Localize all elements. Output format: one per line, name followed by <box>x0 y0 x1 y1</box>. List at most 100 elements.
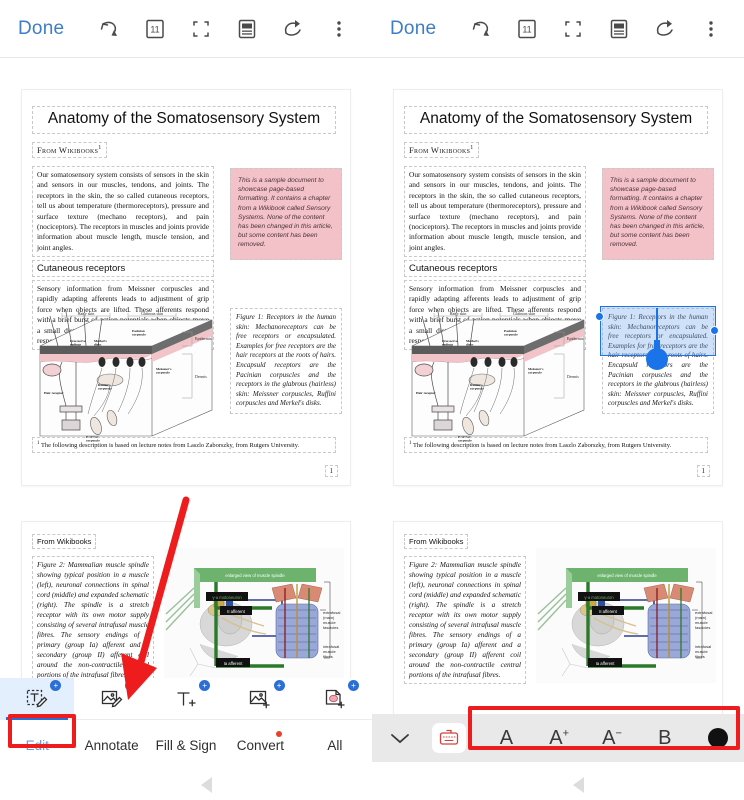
document-source-superscript: 1 <box>470 145 474 152</box>
svg-text:11: 11 <box>150 24 159 34</box>
keyboard-icon[interactable] <box>432 723 466 753</box>
caret-drag-handle[interactable] <box>646 340 668 370</box>
document-source-label: From Wikibooks <box>37 145 99 155</box>
footnote[interactable]: 1 The following description is based on … <box>404 436 708 453</box>
svg-text:disks: disks <box>94 343 102 347</box>
document-page-2[interactable]: From Wikibooks Figure 2: Mammalian muscl… <box>394 522 722 722</box>
crop-icon[interactable] <box>178 7 224 51</box>
svg-text:γ-a motoneuron: γ-a motoneuron <box>584 595 614 600</box>
svg-text:Epidermis: Epidermis <box>195 336 212 341</box>
premium-badge: + <box>124 679 136 691</box>
svg-text:corpuscle: corpuscle <box>528 371 542 375</box>
figure2-label-gamma: γ-a motoneuron <box>212 595 242 600</box>
reading-mode-icon[interactable] <box>224 7 270 51</box>
svg-text:11: 11 <box>522 24 531 34</box>
svg-text:Dermis: Dermis <box>195 374 207 379</box>
crop-icon[interactable] <box>550 7 596 51</box>
collapse-chevron-icon[interactable] <box>372 729 428 747</box>
svg-text:fibres: fibres <box>323 654 333 659</box>
tab-fill-sign-label: Fill & Sign <box>155 737 217 753</box>
share-icon[interactable] <box>270 7 316 51</box>
svg-text:disks: disks <box>466 343 474 347</box>
back-nav-icon[interactable] <box>200 777 212 793</box>
undo-icon[interactable] <box>458 7 504 51</box>
share-icon[interactable] <box>642 7 688 51</box>
svg-text:corpuscle: corpuscle <box>504 333 518 337</box>
undo-icon[interactable] <box>86 7 132 51</box>
tab-all[interactable]: All <box>298 738 372 753</box>
premium-badge: + <box>50 679 62 691</box>
document-source[interactable]: From Wikibooks1 <box>404 142 479 158</box>
svg-text:endings: endings <box>70 343 82 347</box>
page-count-icon[interactable]: 11 <box>504 7 550 51</box>
tab-annotate[interactable]: Annotate <box>74 738 148 753</box>
footnote-marker: 1 <box>37 440 40 446</box>
sample-document-note[interactable]: This is a sample document to showcase pa… <box>602 168 714 260</box>
done-button[interactable]: Done <box>390 18 436 40</box>
footnote-text: The following description is based on le… <box>412 442 672 449</box>
figure2-label-enlarged: enlarged view of muscle spindle <box>225 573 285 578</box>
toolbar-icon-group: 11 <box>458 7 744 51</box>
reading-mode-icon[interactable] <box>596 7 642 51</box>
selection-handle-end[interactable] <box>710 326 719 335</box>
document-source-label: From Wikibooks <box>409 145 471 155</box>
figure1-caption[interactable]: Figure 1: Receptors in the human skin: M… <box>230 308 342 414</box>
page2-source[interactable]: From Wikibooks <box>32 534 97 549</box>
svg-text:enlarged view of muscle spindl: enlarged view of muscle spindle <box>597 573 657 578</box>
svg-text:II afferent: II afferent <box>599 609 617 614</box>
document-page-1[interactable]: Anatomy of the Somatosensory System From… <box>394 90 722 485</box>
figure2-muscle-spindle-diagram[interactable]: enlarged view of muscle spindle γ-a moto… <box>536 548 716 683</box>
more-options-icon[interactable] <box>688 7 734 51</box>
svg-text:fascicles: fascicles <box>695 625 710 630</box>
page2-source[interactable]: From Wikibooks <box>404 534 469 549</box>
svg-text:corpuscle: corpuscle <box>98 387 112 391</box>
figure1-skin-diagram[interactable]: Hairy skin Glabrous skin Epidermis Dermi… <box>404 302 594 450</box>
figure2-label-ia: Ia afferent <box>224 661 244 666</box>
intro-paragraph[interactable]: Our somatosensory system consists of sen… <box>404 166 586 258</box>
edit-image-tool[interactable]: + <box>74 678 148 720</box>
premium-badge: + <box>273 679 285 691</box>
screenshot-right: Done 11 Anatomy of the Somatosensory Sys… <box>372 0 744 800</box>
svg-text:fascicles: fascicles <box>323 625 338 630</box>
add-image-tool[interactable]: + <box>223 678 297 720</box>
section-heading[interactable]: Cutaneous receptors <box>404 260 586 277</box>
section-heading[interactable]: Cutaneous receptors <box>32 260 214 277</box>
figure2-caption[interactable]: Figure 2: Mammalian muscle spindle showi… <box>32 556 154 684</box>
tutorial-screenshot-composite: Done 11 Anatomy of the Somatosensory Sys… <box>0 0 744 800</box>
tab-all-label: All <box>327 737 343 753</box>
svg-text:endings: endings <box>442 343 454 347</box>
document-source[interactable]: From Wikibooks1 <box>32 142 107 158</box>
figure2-muscle-spindle-diagram[interactable]: enlarged view of muscle spindle γ-a moto… <box>164 548 344 683</box>
document-page-1[interactable]: Anatomy of the Somatosensory System From… <box>22 90 350 485</box>
tab-fill-sign[interactable]: Fill & Sign <box>149 738 223 753</box>
back-nav-icon[interactable] <box>572 777 584 793</box>
svg-text:corpuscle: corpuscle <box>156 371 170 375</box>
sample-document-note[interactable]: This is a sample document to showcase pa… <box>230 168 342 260</box>
page-count-icon[interactable]: 11 <box>132 7 178 51</box>
footnote[interactable]: 1 The following description is based on … <box>32 436 336 453</box>
system-nav-bar-right <box>372 770 744 800</box>
top-toolbar-left: Done 11 <box>0 0 372 58</box>
intro-paragraph[interactable]: Our somatosensory system consists of sen… <box>32 166 214 258</box>
system-nav-bar-left <box>0 770 372 800</box>
selection-handle-start[interactable] <box>595 312 604 321</box>
top-toolbar-right: Done 11 <box>372 0 744 58</box>
footnote-marker: 1 <box>409 440 412 446</box>
figure2-label-ii: II afferent <box>227 609 245 614</box>
figure1-skin-diagram[interactable]: Hairy skin Glabrous skin Epidermis Dermi… <box>32 302 222 450</box>
svg-text:Ia afferent: Ia afferent <box>596 661 616 666</box>
figure2-caption[interactable]: Figure 2: Mammalian muscle spindle showi… <box>404 556 526 684</box>
page-number: 1 <box>324 465 338 477</box>
tab-convert[interactable]: Convert <box>223 730 297 753</box>
svg-text:Glabrous skin: Glabrous skin <box>141 311 163 316</box>
svg-text:corpuscle: corpuscle <box>132 333 146 337</box>
footnote-text: The following description is based on le… <box>40 442 300 449</box>
add-stamp-tool[interactable]: + <box>298 678 372 720</box>
document-title[interactable]: Anatomy of the Somatosensory System <box>32 106 336 134</box>
add-text-tool[interactable]: + <box>149 678 223 720</box>
svg-text:Hairy skin: Hairy skin <box>78 311 95 316</box>
svg-text:fibres: fibres <box>695 654 705 659</box>
more-options-icon[interactable] <box>316 7 362 51</box>
document-title[interactable]: Anatomy of the Somatosensory System <box>404 106 708 134</box>
done-button[interactable]: Done <box>18 18 64 40</box>
